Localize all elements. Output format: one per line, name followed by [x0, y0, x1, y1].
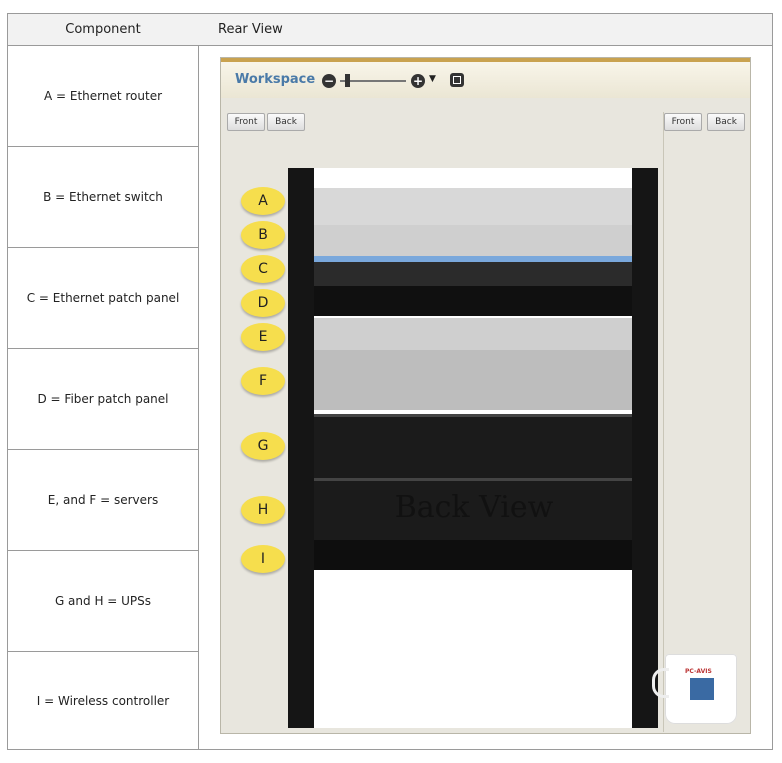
ethernet-patch-panel[interactable]: [314, 256, 632, 286]
callout-f[interactable]: F: [241, 367, 285, 395]
workspace-title: Workspace: [235, 72, 316, 87]
callout-b[interactable]: B: [241, 221, 285, 249]
server-f[interactable]: [314, 350, 632, 410]
callout-g[interactable]: G: [241, 432, 285, 460]
ethernet-switch[interactable]: [314, 225, 632, 256]
mug-handle: [652, 668, 669, 698]
table-row: C = Ethernet patch panel: [8, 248, 198, 349]
table-row: G and H = UPSs: [8, 551, 198, 652]
fiber-patch-panel[interactable]: [314, 286, 632, 316]
zoom-out-icon[interactable]: −: [322, 74, 336, 88]
header-rear-view: Rear View: [218, 22, 283, 37]
ups-g[interactable]: [314, 414, 632, 478]
zoom-in-icon[interactable]: +: [411, 74, 425, 88]
workspace-panel: Workspace − + ▼ Front Back Front Back A …: [220, 57, 751, 734]
back-view-label: Back View: [394, 490, 554, 525]
callout-h[interactable]: H: [241, 496, 285, 524]
table-row: B = Ethernet switch: [8, 147, 198, 248]
rack-rail-left: [288, 168, 314, 728]
callout-a[interactable]: A: [241, 187, 285, 215]
server-rack: [288, 168, 658, 728]
rack-rail-right: [632, 168, 658, 728]
wireless-controller[interactable]: [314, 540, 632, 570]
fit-screen-icon[interactable]: [450, 73, 464, 87]
front-button-right[interactable]: Front: [664, 113, 702, 131]
header-component: Component: [65, 22, 141, 37]
callout-e[interactable]: E: [241, 323, 285, 351]
mug-text: PC-AVIS: [685, 668, 712, 675]
ethernet-router[interactable]: [314, 188, 632, 225]
mug-photo: [690, 678, 714, 700]
callout-d[interactable]: D: [241, 289, 285, 317]
callout-c[interactable]: C: [241, 255, 285, 283]
callout-i[interactable]: I: [241, 545, 285, 573]
component-table: Component Rear View A = Ethernet router …: [7, 13, 773, 750]
workspace-toolbar: Workspace − + ▼: [221, 58, 750, 98]
table-header: Component Rear View: [8, 14, 772, 46]
back-button-right[interactable]: Back: [707, 113, 745, 131]
zoom-slider-handle[interactable]: [345, 74, 350, 87]
back-button-left[interactable]: Back: [267, 113, 305, 131]
table-row: E, and F = servers: [8, 450, 198, 551]
mug-image: PC-AVIS: [652, 654, 737, 724]
table-row: I = Wireless controller: [36, 693, 170, 708]
column-divider: [198, 14, 199, 749]
server-e[interactable]: [314, 318, 632, 350]
front-button-left[interactable]: Front: [227, 113, 265, 131]
zoom-dropdown-icon[interactable]: ▼: [429, 74, 436, 84]
panel-divider: [663, 112, 664, 732]
table-row: D = Fiber patch panel: [8, 349, 198, 450]
table-row: A = Ethernet router: [8, 46, 198, 147]
